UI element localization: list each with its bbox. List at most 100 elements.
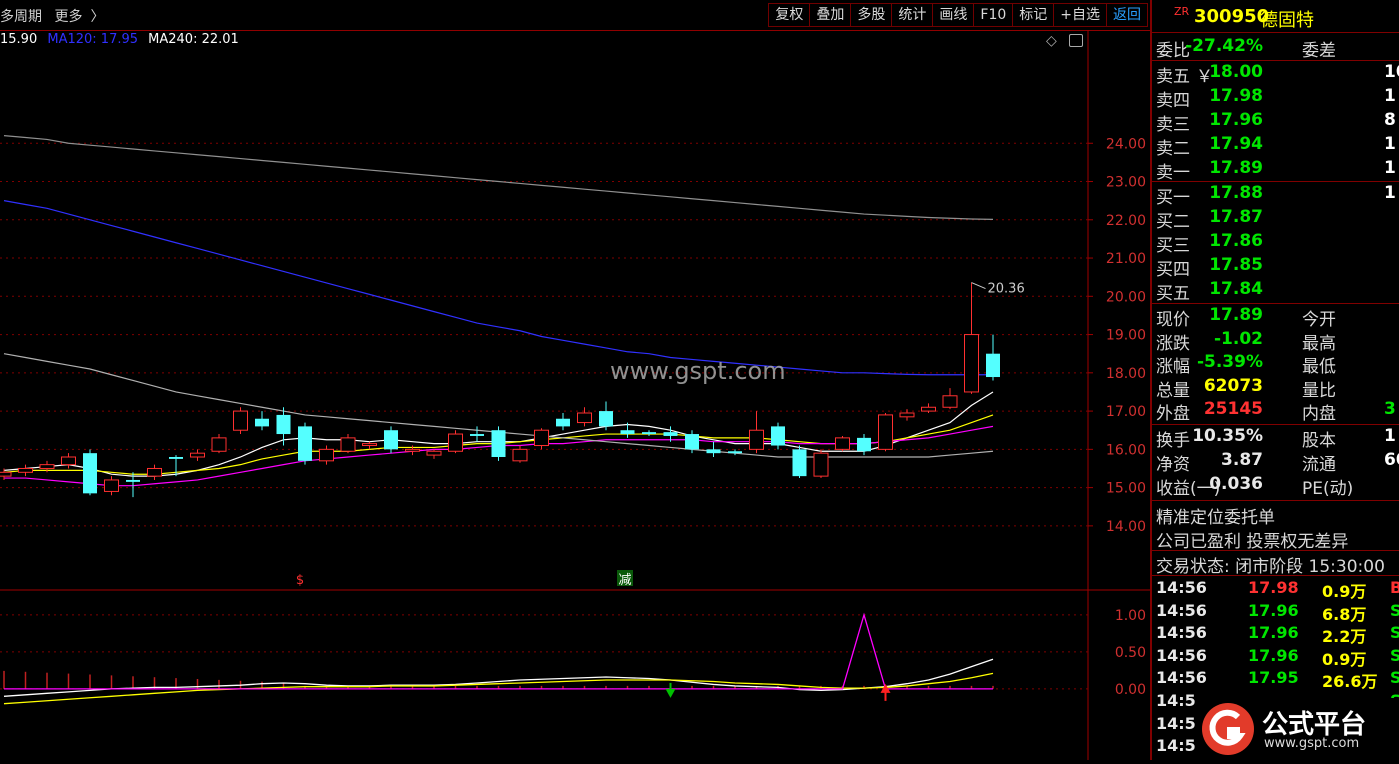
candle-body bbox=[899, 412, 915, 418]
candle[interactable] bbox=[728, 449, 742, 456]
candle[interactable] bbox=[512, 445, 528, 463]
candle-body bbox=[620, 430, 635, 435]
ask-price: 17.94 bbox=[1209, 134, 1263, 154]
candle[interactable] bbox=[319, 445, 334, 465]
ask-label: 卖三 bbox=[1156, 115, 1190, 135]
stat-label: 总量 bbox=[1156, 380, 1190, 401]
candle[interactable] bbox=[642, 430, 656, 436]
candle[interactable] bbox=[83, 449, 97, 496]
toolbar-button[interactable]: 标记 bbox=[1012, 3, 1055, 27]
candle[interactable] bbox=[211, 434, 227, 454]
candle-body bbox=[728, 451, 742, 454]
stat-value: -1.02 bbox=[1214, 328, 1263, 349]
kline-chart[interactable]: 24.00 23.00 22.00 21.00 20.00 19.00 18.00 17.00… bbox=[0, 30, 1150, 760]
candle[interactable] bbox=[577, 407, 592, 427]
candle-body bbox=[577, 412, 592, 424]
toolbar-button[interactable]: 叠加 bbox=[809, 3, 852, 27]
bid-price: 17.88 bbox=[1209, 183, 1263, 203]
candle[interactable] bbox=[384, 426, 398, 454]
price-tick-label: 20.00 bbox=[1106, 289, 1146, 305]
candle[interactable] bbox=[18, 464, 33, 477]
toolbar-button[interactable]: 画线 bbox=[932, 3, 975, 27]
candle[interactable] bbox=[233, 407, 248, 435]
ask-price: 17.96 bbox=[1209, 110, 1263, 130]
candle[interactable] bbox=[556, 413, 570, 431]
tick-time: 14:56 bbox=[1156, 645, 1207, 665]
candle[interactable] bbox=[448, 430, 463, 454]
candle[interactable] bbox=[340, 434, 356, 454]
bid-label: 买二 bbox=[1156, 212, 1190, 232]
candle-body bbox=[190, 452, 205, 458]
candle[interactable] bbox=[426, 449, 442, 459]
more-label: 更多 bbox=[54, 9, 83, 25]
ma-line bbox=[3, 135, 994, 220]
candle[interactable] bbox=[534, 428, 549, 450]
candle[interactable] bbox=[986, 334, 1000, 381]
tick-time: 14:5 bbox=[1156, 691, 1196, 710]
multi-period-button[interactable]: 多周期 bbox=[0, 9, 42, 25]
candle[interactable] bbox=[147, 464, 162, 480]
candle-body bbox=[298, 426, 312, 461]
candle[interactable] bbox=[813, 449, 829, 479]
candle[interactable] bbox=[362, 441, 377, 450]
candle-body bbox=[921, 406, 936, 412]
candle-body bbox=[835, 437, 850, 450]
tick-time: 14:56 bbox=[1156, 668, 1207, 688]
fund-label-2: PE(动) bbox=[1302, 479, 1354, 499]
candle[interactable] bbox=[878, 413, 893, 452]
candle-body bbox=[104, 479, 119, 492]
candle[interactable] bbox=[942, 388, 958, 410]
stock-code: 300950 bbox=[1194, 6, 1270, 27]
candle-body bbox=[792, 449, 807, 477]
ask-label: 卖四 bbox=[1156, 91, 1190, 111]
chart-toolbar: 多周期 更多〉 复权 叠加 多股 统计 画线 F10 标记 +自选 返回 bbox=[0, 0, 1150, 31]
tick-volume: 26.6万 bbox=[1322, 672, 1378, 692]
stock-name: 德固特 bbox=[1260, 10, 1314, 31]
candle[interactable] bbox=[190, 449, 205, 461]
toolbar-button[interactable]: F10 bbox=[973, 3, 1014, 27]
candle-body bbox=[878, 414, 893, 450]
candle[interactable] bbox=[749, 411, 764, 454]
toolbar-button[interactable]: 多股 bbox=[850, 3, 893, 27]
candle[interactable] bbox=[255, 411, 269, 431]
fund-value: 0.036 bbox=[1209, 474, 1263, 494]
candle[interactable] bbox=[491, 426, 506, 461]
candle[interactable] bbox=[899, 409, 915, 421]
price-tick-label: 23.00 bbox=[1106, 175, 1146, 191]
bid-label: 买一 bbox=[1156, 188, 1190, 208]
toolbar-button[interactable]: 返回 bbox=[1106, 3, 1148, 27]
toolbar-button[interactable]: 统计 bbox=[891, 3, 934, 27]
candle[interactable] bbox=[61, 453, 76, 469]
ask-volume: 1 bbox=[1384, 86, 1396, 106]
candle[interactable] bbox=[298, 422, 312, 465]
note-text: 精准定位委托单 bbox=[1156, 508, 1275, 528]
tick-side: S bbox=[1390, 623, 1399, 642]
watermark-text: www.gspt.com bbox=[610, 357, 786, 385]
toolbar-button[interactable]: 复权 bbox=[768, 3, 811, 27]
candle-body bbox=[942, 395, 958, 408]
separator bbox=[1152, 550, 1399, 551]
candle[interactable] bbox=[792, 445, 807, 479]
more-menu-button[interactable]: 更多〉 bbox=[54, 9, 112, 25]
toolbar-button[interactable]: +自选 bbox=[1053, 3, 1107, 27]
bid-price: 17.87 bbox=[1209, 207, 1263, 227]
candle[interactable] bbox=[706, 441, 721, 457]
price-tick-label: 24.00 bbox=[1106, 136, 1146, 152]
tick-price red: 17.98 bbox=[1248, 578, 1299, 597]
candle[interactable] bbox=[835, 435, 850, 452]
candle-body bbox=[663, 432, 678, 436]
candle[interactable] bbox=[599, 401, 613, 431]
candle[interactable] bbox=[857, 434, 871, 456]
candle[interactable] bbox=[921, 403, 936, 413]
candle-body bbox=[61, 456, 76, 466]
candle[interactable] bbox=[964, 282, 979, 394]
candle[interactable] bbox=[470, 426, 484, 442]
price-tick-label: 22.00 bbox=[1106, 213, 1146, 229]
candle[interactable] bbox=[104, 476, 119, 496]
price-tick-label: 14.00 bbox=[1106, 519, 1146, 535]
candle[interactable] bbox=[771, 422, 785, 450]
candle-body bbox=[233, 410, 248, 431]
stat-value: 25145 bbox=[1203, 399, 1263, 419]
tick-price green: 17.96 bbox=[1248, 645, 1299, 665]
candle-body bbox=[512, 448, 528, 462]
